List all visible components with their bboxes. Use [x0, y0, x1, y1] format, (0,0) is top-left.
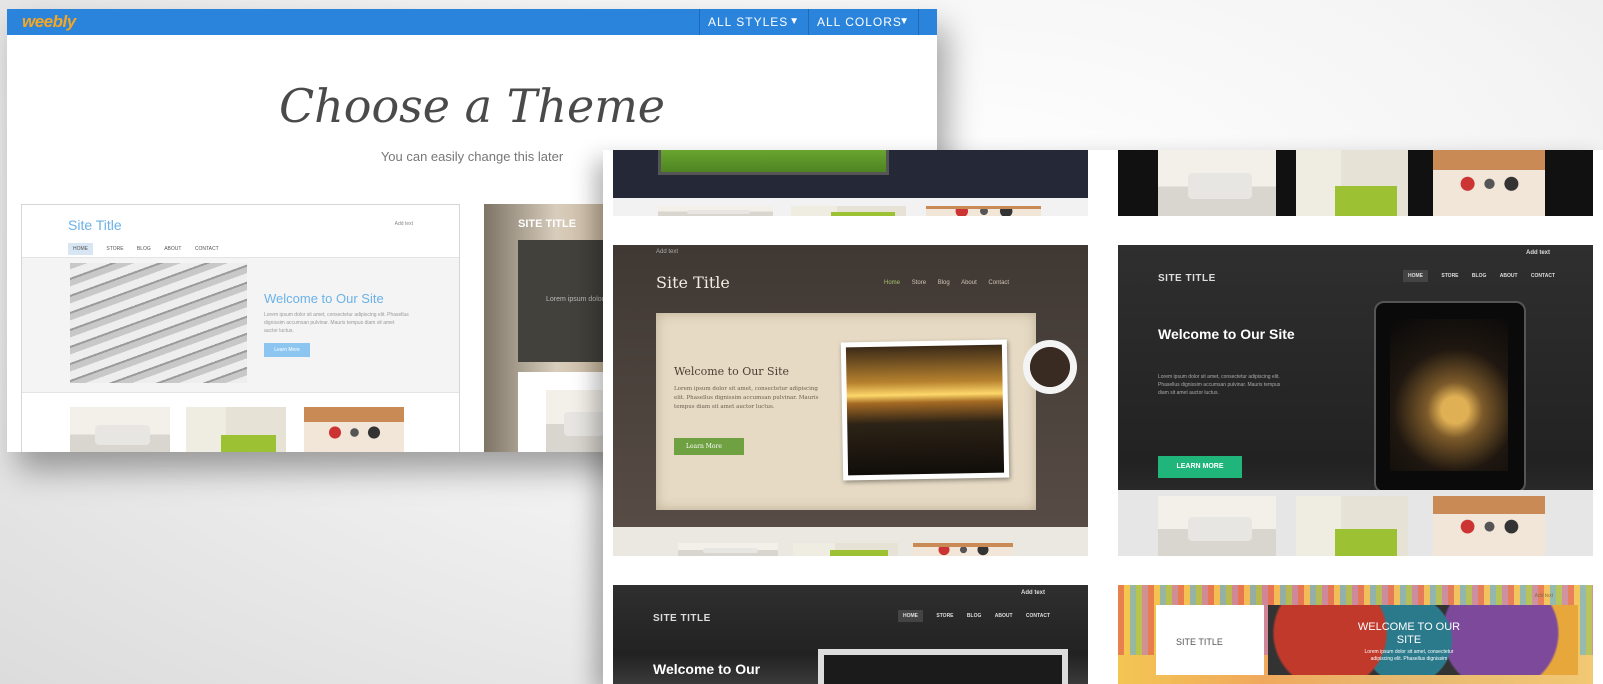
theme-nav: HOME STORE BLOG ABOUT CONTACT — [68, 243, 231, 255]
thumbnail-image — [793, 543, 898, 556]
theme-card-top-left[interactable] — [613, 150, 1088, 216]
theme-nav: HOME STORE BLOG ABOUT CONTACT — [886, 610, 1050, 622]
tablet-image — [1374, 301, 1526, 493]
theme-nav-item: CONTACT — [1025, 613, 1050, 619]
theme-nav: HOME STORE BLOG ABOUT CONTACT — [1391, 270, 1555, 282]
theme-nav-item: STORE — [936, 613, 954, 619]
theme-thumb-strip — [1118, 490, 1593, 556]
thumbnail-image — [1296, 150, 1408, 216]
theme-nav-item: HOME — [68, 243, 93, 255]
thumbnail-image — [658, 206, 773, 216]
chevron-down-icon: ▼ — [899, 16, 910, 27]
theme-site-title: Site Title — [68, 217, 122, 233]
theme-sunset-photo — [840, 339, 1010, 481]
thumbnail-image — [913, 543, 1013, 556]
weebly-logo[interactable]: weebly — [22, 12, 76, 32]
theme-grid-window: Add text Site Title Home Store Blog Abou… — [603, 150, 1603, 684]
thumbnail-image — [678, 543, 778, 556]
thumbnail-image — [791, 206, 906, 216]
thumbnail-image — [926, 206, 1041, 216]
theme-add-text: Add text — [1021, 590, 1045, 596]
chevron-down-icon: ▼ — [789, 16, 800, 27]
page-title: Choose a Theme — [278, 79, 666, 133]
theme-card-dark[interactable]: Add text SITE TITLE HOME STORE BLOG ABOU… — [1118, 245, 1593, 556]
theme-nav-item: Contact — [988, 280, 1010, 286]
theme-lorem: Lorem ipsum dolor sit amet, consectetur … — [264, 312, 409, 334]
theme-card-dark-2[interactable]: Add text SITE TITLE HOME STORE BLOG ABOU… — [613, 585, 1088, 684]
theme-add-text: Add text — [1534, 593, 1553, 599]
thumbnail-image — [70, 407, 170, 452]
all-colors-label: ALL COLORS — [817, 15, 902, 29]
theme-lorem: Lorem ipsum dolor sit amet, consectetur … — [1158, 374, 1281, 396]
thumbnail-image — [1433, 496, 1545, 556]
theme-add-text: Add text — [1526, 250, 1550, 256]
top-bar: weebly ALL STYLES ▼ ALL COLORS ▼ — [7, 9, 937, 35]
theme-nav-item: BLOG — [1471, 273, 1487, 279]
theme-thumb-strip — [613, 527, 1088, 556]
theme-site-title: SITE TITLE — [1176, 637, 1223, 647]
theme-nav-item: ABOUT — [164, 246, 182, 252]
thumbnail-image — [1158, 150, 1276, 216]
theme-card-colorful[interactable]: Add text SITE TITLE WELCOME TO OUR SITE … — [1118, 585, 1593, 684]
theme-hero-image — [818, 649, 1068, 684]
theme-welcome: Welcome to Our Site — [1158, 326, 1295, 342]
theme-nav-item: Blog — [937, 280, 950, 286]
theme-hero-image — [658, 150, 889, 175]
theme-nav-item: STORE — [1441, 273, 1459, 279]
theme-nav-item: CONTACT — [194, 246, 219, 252]
sunset-image — [845, 344, 1005, 476]
theme-site-title: Site Title — [656, 273, 730, 292]
theme-site-title: SITE TITLE — [518, 218, 577, 230]
tablet-screen — [1390, 319, 1508, 471]
theme-learn-more: LEARN MORE — [1158, 456, 1242, 478]
theme-lorem: Lorem ipsum dolor sit amet, consectetur … — [1364, 649, 1454, 662]
theme-card-rustic[interactable]: Add text Site Title Home Store Blog Abou… — [613, 245, 1088, 556]
thumbnail-image — [304, 407, 404, 452]
theme-nav-item: Store — [911, 280, 927, 286]
theme-nav: Home Store Blog About Contact — [884, 280, 1019, 286]
theme-nav-item: HOME — [897, 610, 923, 622]
theme-card-light[interactable]: Site Title Add text HOME STORE BLOG ABOU… — [21, 204, 460, 452]
theme-add-text: Add text — [656, 249, 679, 255]
theme-site-title: SITE TITLE — [653, 613, 711, 624]
all-colors-dropdown[interactable]: ALL COLORS ▼ — [808, 9, 919, 35]
theme-card-top-right[interactable] — [1118, 150, 1593, 216]
theme-learn-more: Learn More — [264, 343, 310, 357]
theme-add-text: Add text — [394, 221, 413, 227]
theme-welcome: WELCOME TO OUR SITE — [1357, 621, 1461, 646]
theme-welcome: Welcome to Our — [653, 661, 761, 677]
theme-site-title: SITE TITLE — [1158, 273, 1216, 284]
theme-nav-item: BLOG — [136, 246, 151, 252]
thumbnail-image — [1296, 496, 1408, 556]
theme-thumb-strip — [613, 198, 1088, 216]
thumbnail-image — [1433, 150, 1545, 216]
theme-welcome: Welcome to Our Site — [674, 365, 790, 378]
theme-nav-item: ABOUT — [1499, 273, 1518, 279]
theme-nav-item: CONTACT — [1530, 273, 1555, 279]
theme-lorem: Lorem ipsum dolor — [546, 296, 604, 303]
thumbnail-image — [1158, 496, 1276, 556]
theme-nav-item: ABOUT — [994, 613, 1013, 619]
thumbnail-image — [186, 407, 286, 452]
theme-nav-item: HOME — [1402, 270, 1428, 282]
theme-learn-more: Learn More — [674, 438, 744, 455]
theme-nav-item: About — [961, 280, 977, 286]
theme-nav-item: STORE — [106, 246, 124, 252]
theme-hero-image — [70, 263, 247, 383]
theme-welcome: Welcome to Our Site — [264, 291, 384, 306]
coffee-cup-image — [1023, 340, 1077, 394]
theme-lorem: Lorem ipsum dolor sit amet, consectetur … — [674, 386, 819, 410]
theme-nav-item: BLOG — [966, 613, 982, 619]
theme-nav-item: Home — [884, 280, 901, 286]
all-styles-label: ALL STYLES — [708, 15, 789, 29]
all-styles-dropdown[interactable]: ALL STYLES ▼ — [699, 9, 808, 35]
theme-paper-panel: Welcome to Our Site Lorem ipsum dolor si… — [656, 313, 1036, 510]
